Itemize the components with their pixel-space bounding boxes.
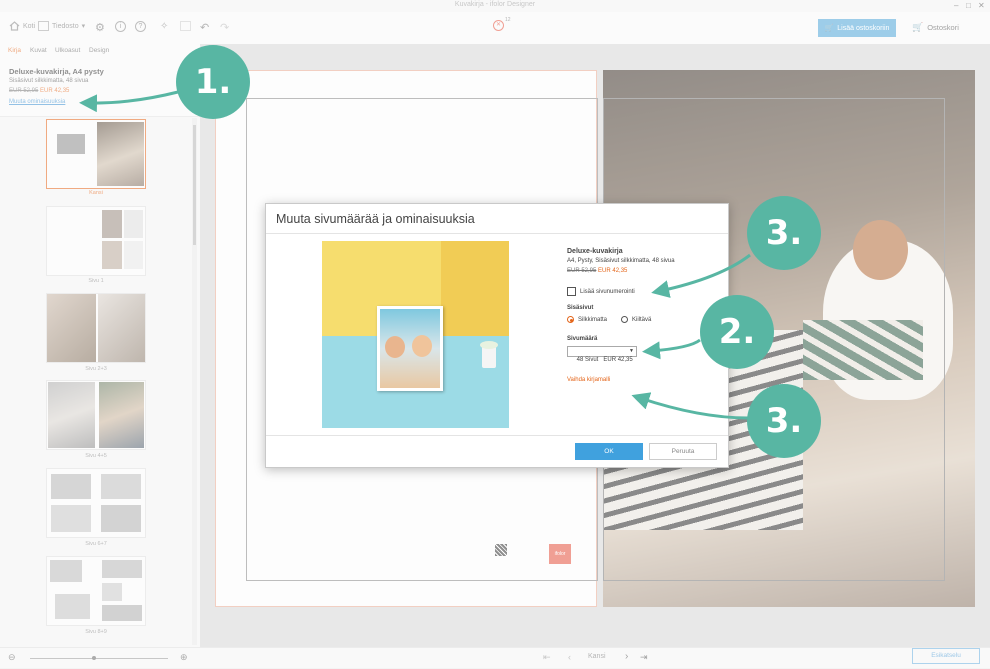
callout-badge-3: 3. [747,196,821,270]
callout-arrow [631,392,749,420]
callout-badge-3b: 3. [747,384,821,458]
callout-badge-1: 1. [176,45,250,119]
callout-badge-2: 2. [700,295,774,369]
callout-arrow [642,338,701,360]
callout-arrow [651,253,751,298]
callout-arrows [79,90,751,420]
callout-arrow [79,90,179,113]
